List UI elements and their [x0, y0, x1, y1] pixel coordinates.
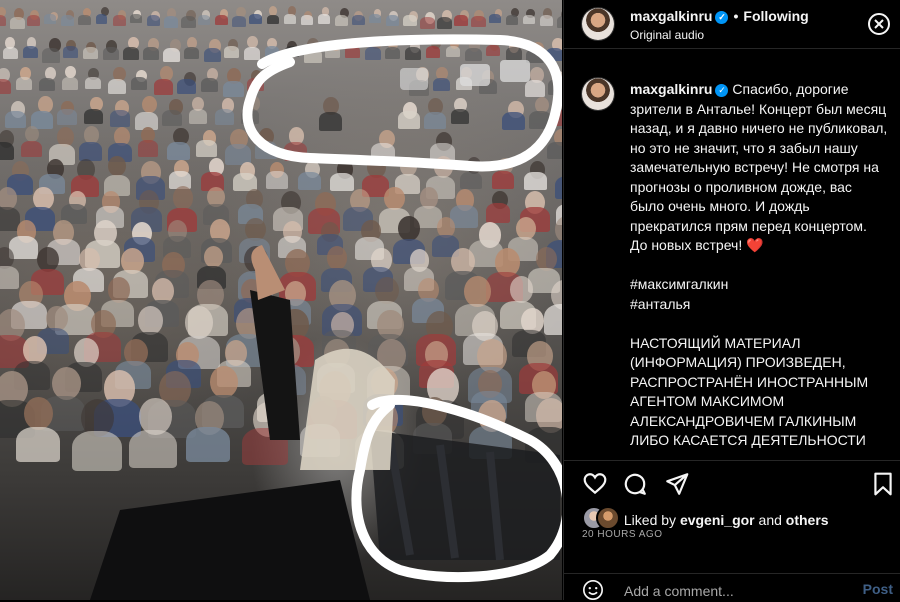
caption-author-avatar[interactable]: [582, 78, 614, 110]
likes-conjunction: and: [758, 512, 782, 528]
following-button[interactable]: Following: [743, 8, 808, 24]
author-avatar[interactable]: [582, 8, 614, 40]
likes-summary: Liked by evgeni_gor and others: [582, 506, 829, 530]
foreign-agent-notice: НАСТОЯЩИЙ МАТЕРИАЛ (ИНФОРМАЦИЯ) ПРОИЗВЕД…: [630, 334, 869, 449]
caption-text: maxgalkinru ✓ Спасибо, дорогие зрители в …: [630, 80, 888, 451]
post-media-video[interactable]: [0, 0, 562, 600]
share-icon[interactable]: [664, 471, 690, 497]
author-line: maxgalkinru ✓ • Following: [630, 8, 809, 24]
hashtag-link[interactable]: #максимгалкин: [630, 275, 888, 295]
original-audio-link[interactable]: Original audio: [630, 28, 704, 42]
caption-body: Спасибо, дорогие зрители в Анталье! Конц…: [630, 81, 888, 253]
heart-icon[interactable]: [582, 471, 608, 497]
caption-username[interactable]: maxgalkinru: [630, 81, 712, 97]
liker-avatar[interactable]: [596, 506, 620, 530]
post-details-panel: maxgalkinru ✓ • Following Original audio ma…: [563, 0, 900, 602]
post-header: maxgalkinru ✓ • Following Original audio: [564, 0, 900, 49]
others-link[interactable]: others: [786, 512, 829, 528]
separator-dot: •: [733, 8, 739, 24]
hand-drawn-annotations: [90, 34, 562, 600]
comment-icon[interactable]: [622, 471, 648, 497]
bookmark-icon[interactable]: [870, 471, 896, 497]
verified-badge-icon: ✓: [715, 84, 729, 97]
liker-username[interactable]: evgeni_gor: [680, 512, 755, 528]
hashtag-link[interactable]: #анталья: [630, 295, 888, 315]
post-timestamp[interactable]: 20 HOURS AGO: [582, 529, 662, 540]
post-comment-button[interactable]: Post: [863, 581, 893, 597]
author-username[interactable]: maxgalkinru: [630, 8, 712, 24]
emoji-icon[interactable]: [582, 579, 604, 601]
verified-badge-icon: ✓: [715, 11, 729, 24]
post-actions: Liked by evgeni_gor and others 20 HOURS …: [564, 460, 900, 602]
comment-bar: Post: [564, 573, 900, 602]
more-options-icon[interactable]: [867, 12, 891, 36]
comment-input[interactable]: [622, 580, 846, 602]
caption-area: maxgalkinru ✓ Спасибо, дорогие зрители в …: [564, 62, 900, 458]
liked-by-label: Liked by: [623, 512, 677, 528]
